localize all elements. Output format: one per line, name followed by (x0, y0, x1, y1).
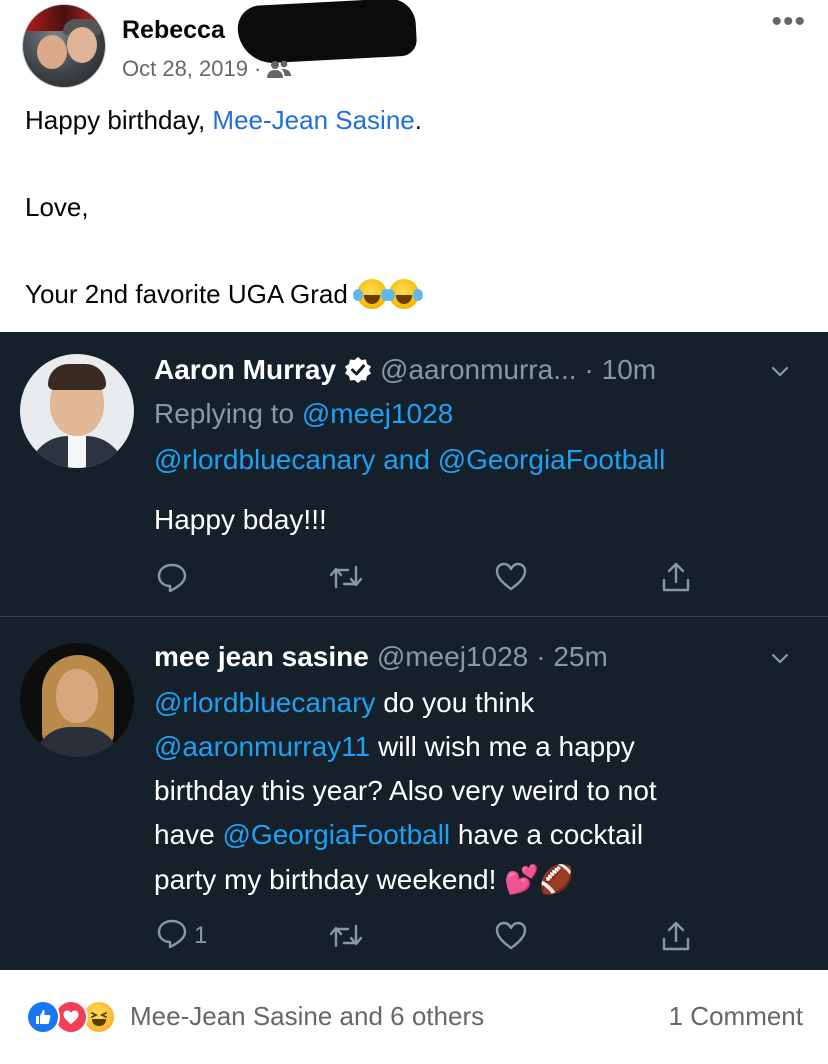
tweet-actions (154, 560, 714, 594)
replying-to-label: Replying to (154, 398, 302, 429)
post-line-love: Love, (25, 192, 89, 222)
share-icon[interactable] (660, 560, 692, 594)
post-footer: Mee-Jean Sasine and 6 others 1 Comment (0, 970, 828, 1064)
reactions-text[interactable]: Mee-Jean Sasine and 6 others (130, 1001, 484, 1032)
replying-and: and (375, 444, 438, 475)
tweet-text-line: @aaronmurray11 will wish me a happy (154, 731, 635, 763)
tweet-time: · 10m (584, 354, 657, 385)
tweet-text-fragment: have a cocktail (450, 819, 644, 850)
post-line-signoff: Your 2nd favorite UGA Grad (25, 278, 805, 310)
tweet-author-name: mee jean sasine (154, 641, 369, 672)
meta-separator: · (253, 56, 262, 81)
post-date[interactable]: Oct 28, 2019 (122, 56, 248, 82)
mention-link[interactable]: Mee-Jean Sasine (212, 105, 414, 135)
tweet: mee jean sasine @meej1028 · 25m @rlordbl… (0, 617, 828, 970)
replying-to-line: Replying to @meej1028 (154, 398, 453, 430)
mention-link[interactable]: @aaronmurray11 (154, 731, 370, 762)
tweet-author-name: Aaron Murray (154, 354, 337, 385)
verified-badge-icon (344, 356, 372, 384)
embedded-tweet-screenshot: Aaron Murray @aaronmurra... · 10m Replyi… (0, 332, 828, 970)
greeting-period: . (414, 105, 422, 135)
tweet-text-line: @rlordbluecanary do you think (154, 687, 534, 719)
retweet-icon[interactable] (328, 560, 364, 594)
greeting-text: Happy birthday, (25, 105, 213, 135)
tweet-author-avatar (20, 354, 134, 468)
reactions-summary[interactable] (26, 1000, 116, 1034)
tweet-header: Aaron Murray @aaronmurra... · 10m (154, 354, 656, 386)
like-heart-icon[interactable] (494, 919, 528, 953)
tweet-text-fragment: have (154, 819, 223, 850)
friends-icon[interactable] (267, 59, 292, 79)
tweet-text-fragment: will wish me a happy (370, 731, 635, 762)
tweet-time: · 25m (536, 641, 608, 672)
tweet: Aaron Murray @aaronmurra... · 10m Replyi… (0, 332, 828, 616)
tweet-text: Happy bday!!! (154, 504, 327, 535)
mention-link[interactable]: @rlordbluecanary (154, 444, 375, 475)
more-options-icon[interactable]: ••• (771, 7, 806, 37)
like-heart-icon[interactable] (494, 560, 528, 594)
retweet-icon[interactable] (328, 919, 364, 953)
tweet-text-line: have @GeorgiaFootball have a cocktail (154, 819, 643, 851)
post-line-greeting: Happy birthday, Mee-Jean Sasine. (25, 104, 805, 136)
share-icon[interactable] (660, 919, 692, 953)
like-reaction-icon (26, 1000, 60, 1034)
mention-link[interactable]: @GeorgiaFootball (438, 444, 666, 475)
tweet-actions: 1 (154, 919, 714, 953)
mention-link[interactable]: @meej1028 (302, 398, 453, 429)
reply-icon[interactable] (156, 560, 188, 594)
reply-icon (156, 917, 188, 956)
replying-to-line-2: @rlordbluecanary and @GeorgiaFootball (154, 444, 665, 476)
mention-link[interactable]: @rlordbluecanary (154, 687, 375, 718)
comment-count-link[interactable]: 1 Comment (669, 1001, 803, 1032)
signoff-text: Your 2nd favorite UGA Grad (25, 279, 348, 309)
tweet-author-handle: @meej1028 (376, 641, 529, 672)
post-meta: Oct 28, 2019 · (122, 56, 292, 82)
tears-of-joy-emoji-icon (353, 279, 392, 309)
tears-of-joy-emoji-icon (385, 279, 424, 309)
tweet-text-line: birthday this year? Also very weird to n… (154, 775, 657, 806)
author-avatar[interactable] (22, 4, 106, 88)
reply-count: 1 (194, 922, 208, 949)
reply-button[interactable]: 1 (156, 919, 207, 953)
tweet-author-handle: @aaronmurra... (380, 354, 577, 385)
post-text: Happy birthday, Mee-Jean Sasine. Love, Y… (25, 104, 805, 310)
tweet-text-fragment: do you think (375, 687, 535, 718)
tweet-text-line: party my birthday weekend! 💕🏈 (154, 864, 574, 895)
post-header: Rebecca Oct 28, 2019 · ••• (0, 0, 828, 100)
tweet-header: mee jean sasine @meej1028 · 25m (154, 641, 608, 673)
chevron-down-icon[interactable] (770, 649, 790, 669)
tweet-author-avatar (20, 643, 134, 757)
chevron-down-icon[interactable] (770, 362, 790, 382)
redaction-mark (236, 0, 418, 65)
mention-link[interactable]: @GeorgiaFootball (223, 819, 451, 850)
author-name[interactable]: Rebecca (122, 16, 225, 45)
